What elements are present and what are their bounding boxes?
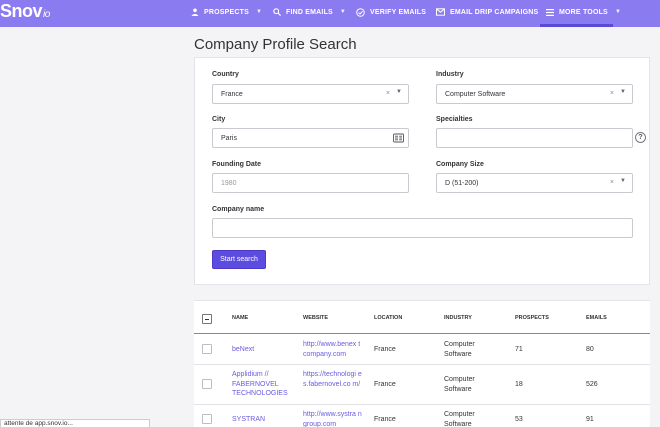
industry-cell: Computer Software xyxy=(444,411,475,427)
row-divider xyxy=(194,364,650,365)
country-select[interactable]: France × ▼ xyxy=(212,84,409,104)
chevron-down-icon: ▼ xyxy=(255,9,263,15)
company-name-link[interactable]: Applidium // FABERNOVEL TECHNOLOGIES xyxy=(232,370,294,399)
col-header-location[interactable]: LOCATION xyxy=(374,315,402,321)
browser-status-bar: attente de app.snov.io... xyxy=(0,419,150,427)
user-icon xyxy=(191,8,199,16)
website-link[interactable]: https://technologi es.fabernovel.co m/ xyxy=(303,370,363,389)
location-cell: France xyxy=(374,381,396,388)
col-header-industry[interactable]: INDUSTRY xyxy=(444,315,472,321)
company-name-label: Company name xyxy=(212,206,265,213)
nav-find-emails-label: FIND EMAILS xyxy=(286,8,333,16)
nav-find-emails[interactable]: FIND EMAILS ▼ xyxy=(273,0,346,24)
chevron-down-icon: ▼ xyxy=(614,9,622,15)
col-header-website[interactable]: WEBSITE xyxy=(303,315,328,321)
nav-more-tools[interactable]: MORE TOOLS ▼ xyxy=(546,0,621,24)
select-all-checkbox[interactable] xyxy=(202,314,212,324)
search-icon xyxy=(273,8,281,16)
chevron-down-icon: ▼ xyxy=(620,89,626,95)
city-input[interactable]: Paris xyxy=(212,128,409,148)
country-label: Country xyxy=(212,71,239,78)
chevron-down-icon: ▼ xyxy=(396,89,402,95)
emails-cell[interactable]: 526 xyxy=(586,380,598,390)
start-search-button[interactable]: Start search xyxy=(212,250,266,269)
top-nav-bar: Snovio PROSPECTS ▼ FIND EMAILS ▼ VERIFY … xyxy=(0,0,660,27)
row-divider xyxy=(194,404,650,405)
nav-prospects[interactable]: PROSPECTS ▼ xyxy=(191,0,262,24)
row-checkbox[interactable] xyxy=(202,379,212,389)
industry-cell: Computer Software xyxy=(444,341,475,358)
chevron-down-icon: ▼ xyxy=(339,9,347,15)
company-name-input[interactable] xyxy=(212,218,633,238)
address-card-icon xyxy=(393,133,404,143)
location-cell: France xyxy=(374,346,396,353)
emails-cell[interactable]: 80 xyxy=(586,345,594,355)
industry-label: Industry xyxy=(436,71,464,78)
website-link[interactable]: http://www.systra ngroup.com xyxy=(303,410,363,427)
col-header-emails[interactable]: EMAILS xyxy=(586,315,607,321)
logo-suffix: io xyxy=(43,9,50,20)
country-value: France xyxy=(221,90,243,98)
location-cell: France xyxy=(374,416,396,423)
industry-select[interactable]: Computer Software × ▼ xyxy=(436,84,633,104)
founding-date-label: Founding Date xyxy=(212,161,261,168)
prospects-cell[interactable]: 71 xyxy=(515,345,523,355)
company-name-link[interactable]: SYSTRAN xyxy=(232,415,294,425)
col-header-name[interactable]: NAME xyxy=(232,315,248,321)
page-title: Company Profile Search xyxy=(194,36,357,53)
app-logo[interactable]: Snovio xyxy=(0,1,50,22)
clear-icon[interactable]: × xyxy=(610,179,614,186)
company-size-select[interactable]: D (51-200) × ▼ xyxy=(436,173,633,193)
city-value: Paris xyxy=(221,134,237,142)
clear-icon[interactable]: × xyxy=(386,90,390,97)
founding-date-placeholder: 1980 xyxy=(221,179,237,187)
clear-icon[interactable]: × xyxy=(610,90,614,97)
col-header-prospects[interactable]: PROSPECTS xyxy=(515,315,549,321)
prospects-cell[interactable]: 53 xyxy=(515,415,523,425)
company-size-label: Company Size xyxy=(436,161,484,168)
nav-prospects-label: PROSPECTS xyxy=(204,8,249,16)
menu-icon xyxy=(546,8,554,16)
industry-value: Computer Software xyxy=(445,90,506,98)
company-name-link[interactable]: beNext xyxy=(232,345,294,355)
envelope-icon xyxy=(436,8,445,16)
nav-email-drip-label: EMAIL DRIP CAMPAIGNS xyxy=(450,8,539,16)
row-checkbox[interactable] xyxy=(202,414,212,424)
table-header-divider xyxy=(194,333,650,334)
city-label: City xyxy=(212,116,226,123)
industry-cell: Computer Software xyxy=(444,376,475,393)
specialties-input[interactable] xyxy=(436,128,633,148)
nav-more-tools-label: MORE TOOLS xyxy=(559,8,608,16)
prospects-cell[interactable]: 18 xyxy=(515,380,523,390)
nav-verify-emails-label: VERIFY EMAILS xyxy=(370,8,427,16)
nav-email-drip[interactable]: EMAIL DRIP CAMPAIGNS xyxy=(436,0,538,24)
specialties-label: Specialties xyxy=(436,116,473,123)
founding-date-input[interactable]: 1980 xyxy=(212,173,409,193)
website-link[interactable]: http://www.benex tcompany.com xyxy=(303,340,363,359)
row-checkbox[interactable] xyxy=(202,344,212,354)
help-icon[interactable]: ? xyxy=(635,132,646,143)
nav-verify-emails[interactable]: VERIFY EMAILS xyxy=(356,0,426,24)
company-size-value: D (51-200) xyxy=(445,179,479,187)
logo-text: Snov xyxy=(0,1,43,21)
chevron-down-icon: ▼ xyxy=(620,178,626,184)
check-circle-icon xyxy=(356,7,365,17)
emails-cell[interactable]: 91 xyxy=(586,415,594,425)
nav-active-indicator xyxy=(540,24,613,27)
